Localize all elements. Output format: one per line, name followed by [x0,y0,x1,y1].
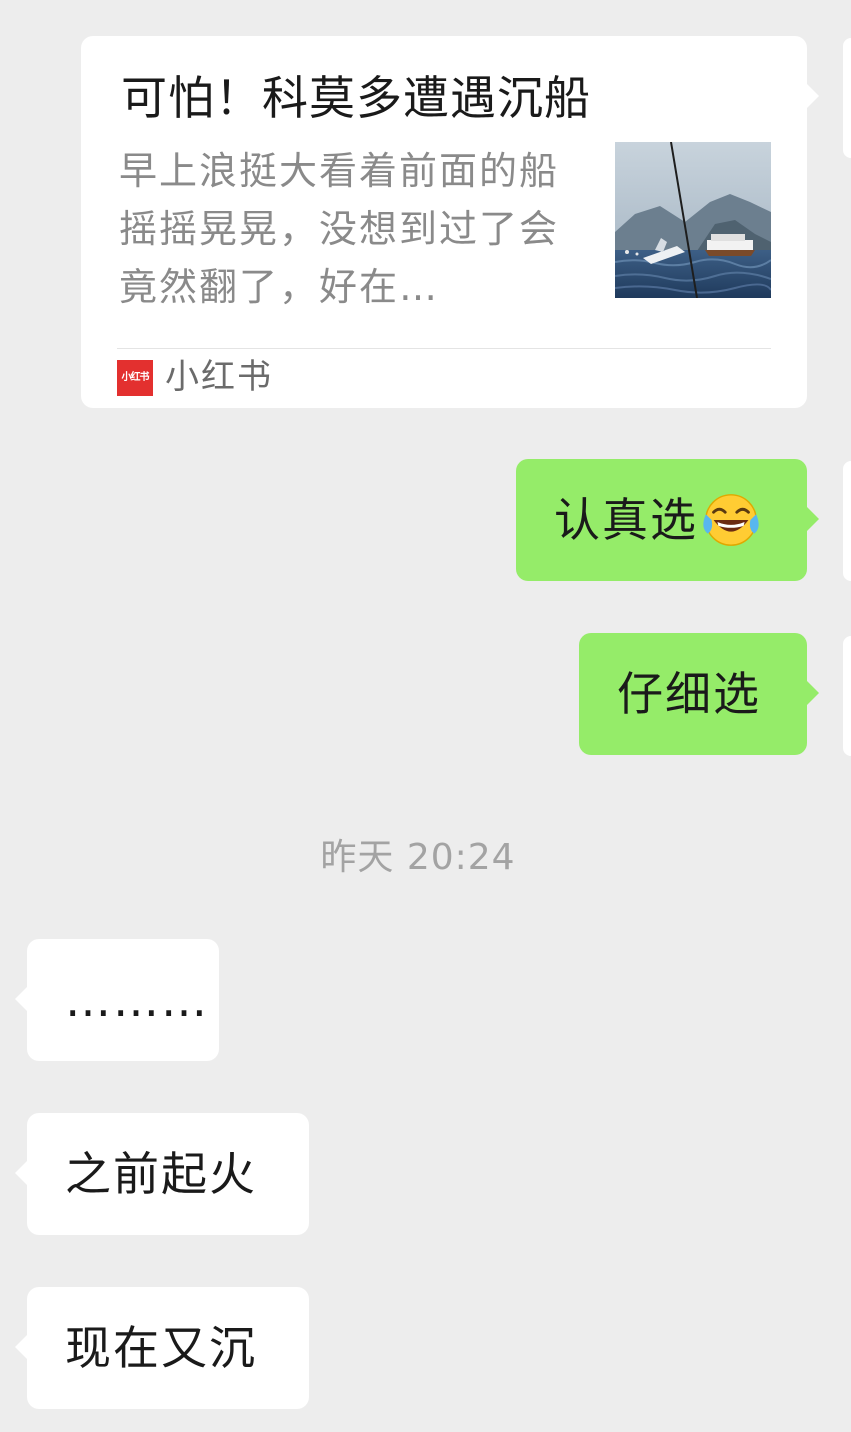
message-text: ……… [65,973,209,1027]
link-card-title: 可怕！科莫多遭遇沉船 [121,71,591,125]
message-timestamp: 昨天 20:24 [320,837,516,878]
capsized-boat-photo-icon [615,142,771,298]
message-text: 认真选 [554,493,698,547]
message-text: 之前起火 [65,1147,257,1201]
message-text: 现在又沉 [65,1321,257,1375]
chat-screen: 可怕！科莫多遭遇沉船 早上浪挺大看着前面的船摇摇晃晃，没想到过了会竟然翻了，好在… [0,0,851,1432]
outgoing-message-bubble[interactable]: 认真选 [516,459,819,581]
link-source-name: 小红书 [165,357,273,397]
my-avatar[interactable] [843,38,851,158]
xiaohongshu-logo-icon: 小红书 [117,360,153,396]
incoming-message-bubble[interactable]: ……… [15,939,219,1061]
incoming-message-bubble[interactable]: 现在又沉 [15,1287,309,1409]
card-divider [117,348,771,349]
my-avatar[interactable] [843,461,851,581]
message-text: 仔细选 [617,667,761,721]
face-with-tears-of-joy-icon [703,493,759,546]
incoming-message-bubble[interactable]: 之前起火 [15,1113,309,1235]
link-card-description: 早上浪挺大看着前面的船摇摇晃晃，没想到过了会竟然翻了，好在… [119,149,560,309]
outgoing-message-bubble[interactable]: 仔细选 [579,633,819,755]
shared-link-card[interactable]: 可怕！科莫多遭遇沉船 早上浪挺大看着前面的船摇摇晃晃，没想到过了会竟然翻了，好在… [81,36,819,408]
my-avatar[interactable] [843,636,851,756]
